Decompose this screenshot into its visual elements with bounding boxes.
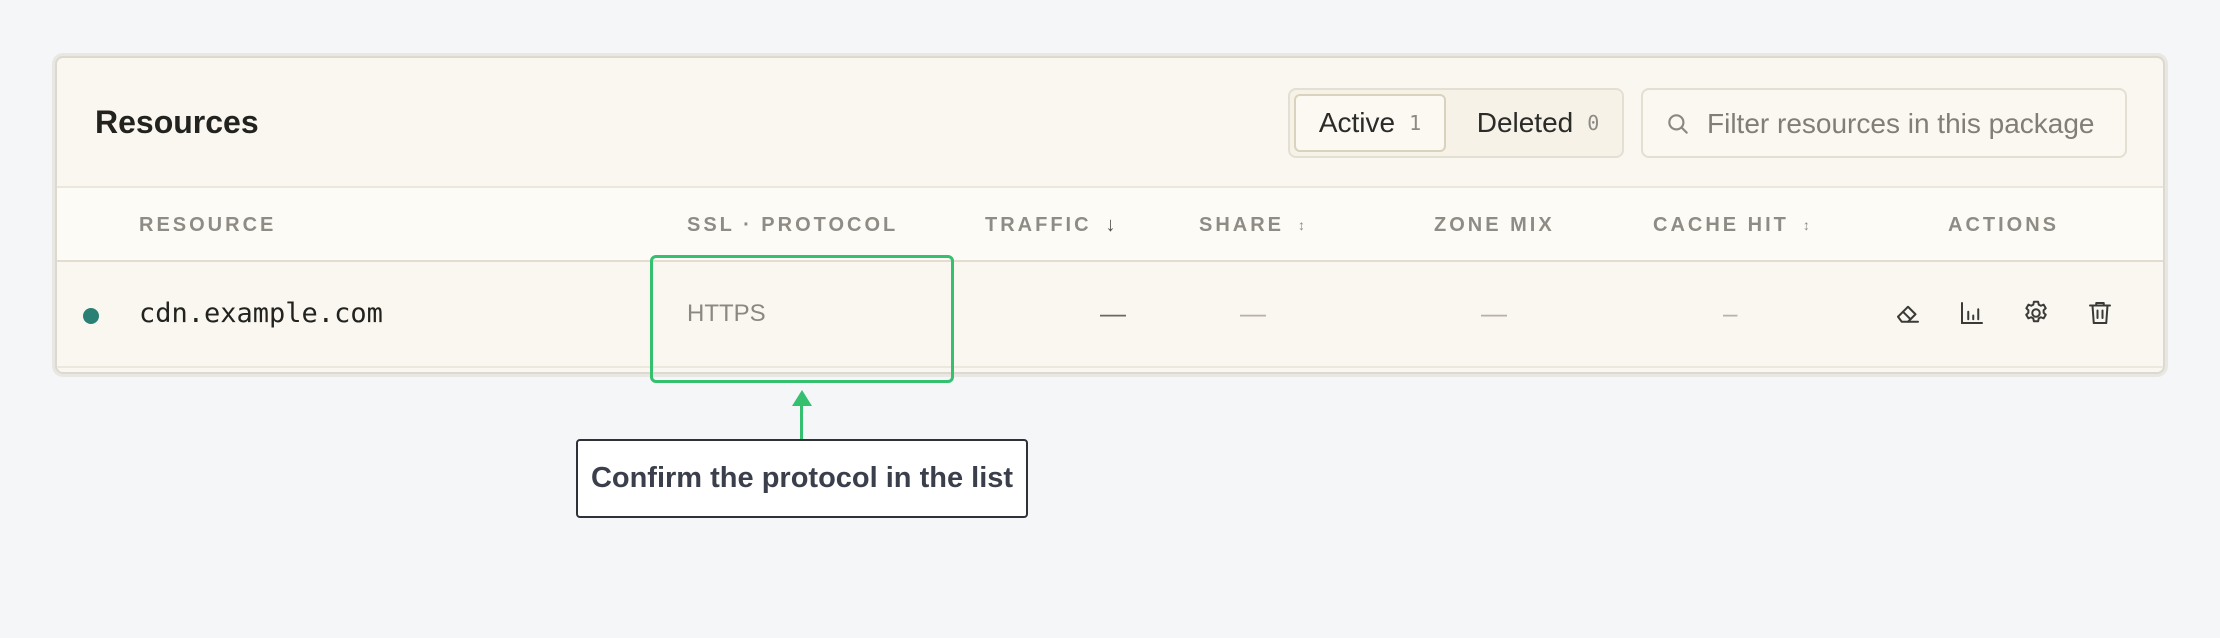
- traffic-value: —: [1100, 298, 1126, 328]
- column-share-label: SHARE: [1199, 213, 1285, 236]
- column-resource-label: RESOURCE: [139, 213, 277, 236]
- protocol-highlight-box: [650, 255, 954, 383]
- resource-name[interactable]: cdn.example.com: [139, 298, 383, 329]
- sort-toggle-icon: ↕: [1802, 217, 1810, 233]
- sort-desc-icon: ↓: [1105, 213, 1116, 236]
- column-actions-label: ACTIONS: [1948, 213, 2059, 236]
- tab-active[interactable]: Active 1: [1294, 94, 1446, 152]
- gear-icon: [2025, 300, 2047, 323]
- tab-deleted-label: Deleted: [1476, 107, 1574, 138]
- delete-button[interactable]: [2083, 296, 2117, 330]
- tab-active-count: 1: [1409, 111, 1422, 135]
- clear-button[interactable]: [1891, 296, 1925, 330]
- settings-button[interactable]: [2019, 296, 2053, 330]
- column-resource: RESOURCE: [139, 188, 276, 262]
- column-ssl-protocol: SSL · PROTOCOL: [687, 188, 898, 262]
- column-cache-hit[interactable]: CACHE HIT ↕: [1653, 188, 1810, 262]
- table-header: RESOURCE SSL · PROTOCOL TRAFFIC ↓ SHARE …: [57, 188, 2163, 262]
- column-traffic-label: TRAFFIC: [985, 213, 1092, 236]
- search-box: [1641, 88, 2127, 158]
- tab-active-label: Active: [1318, 107, 1396, 138]
- tab-deleted[interactable]: Deleted 0: [1456, 94, 1620, 152]
- analytics-button[interactable]: [1955, 296, 1989, 330]
- cache-hit-value: –: [1723, 298, 1738, 328]
- column-share[interactable]: SHARE ↕: [1199, 188, 1305, 262]
- column-ssl-protocol-label: SSL · PROTOCOL: [687, 213, 899, 236]
- column-zone-mix: ZONE MIX: [1434, 188, 1555, 262]
- search-input[interactable]: [1707, 100, 2117, 148]
- eraser-icon: [1897, 305, 1919, 323]
- column-cache-hit-label: CACHE HIT: [1653, 213, 1789, 236]
- pointer-arrow-line: [800, 404, 803, 440]
- bar-chart-icon: [1961, 302, 1983, 324]
- search-icon: [1668, 114, 1688, 134]
- zone-mix-value: —: [1481, 298, 1507, 328]
- resources-panel: Resources Active 1 Deleted 0 RESOURCE SS…: [55, 56, 2165, 374]
- column-traffic[interactable]: TRAFFIC ↓: [985, 188, 1116, 262]
- tab-deleted-count: 0: [1587, 111, 1600, 135]
- annotation-callout: Confirm the protocol in the list: [576, 439, 1028, 518]
- column-zone-mix-label: ZONE MIX: [1434, 213, 1555, 236]
- panel-header: Resources Active 1 Deleted 0: [57, 58, 2163, 188]
- sort-toggle-icon: ↕: [1298, 217, 1306, 233]
- table-row[interactable]: cdn.example.com HTTPS — — — –: [57, 262, 2163, 368]
- trash-icon: [2089, 302, 2111, 324]
- panel-title: Resources: [95, 104, 259, 140]
- status-filter-tabs: Active 1 Deleted 0: [1288, 88, 1624, 158]
- status-dot: [83, 308, 99, 324]
- share-value: —: [1240, 298, 1266, 328]
- column-actions: ACTIONS: [1948, 188, 2059, 262]
